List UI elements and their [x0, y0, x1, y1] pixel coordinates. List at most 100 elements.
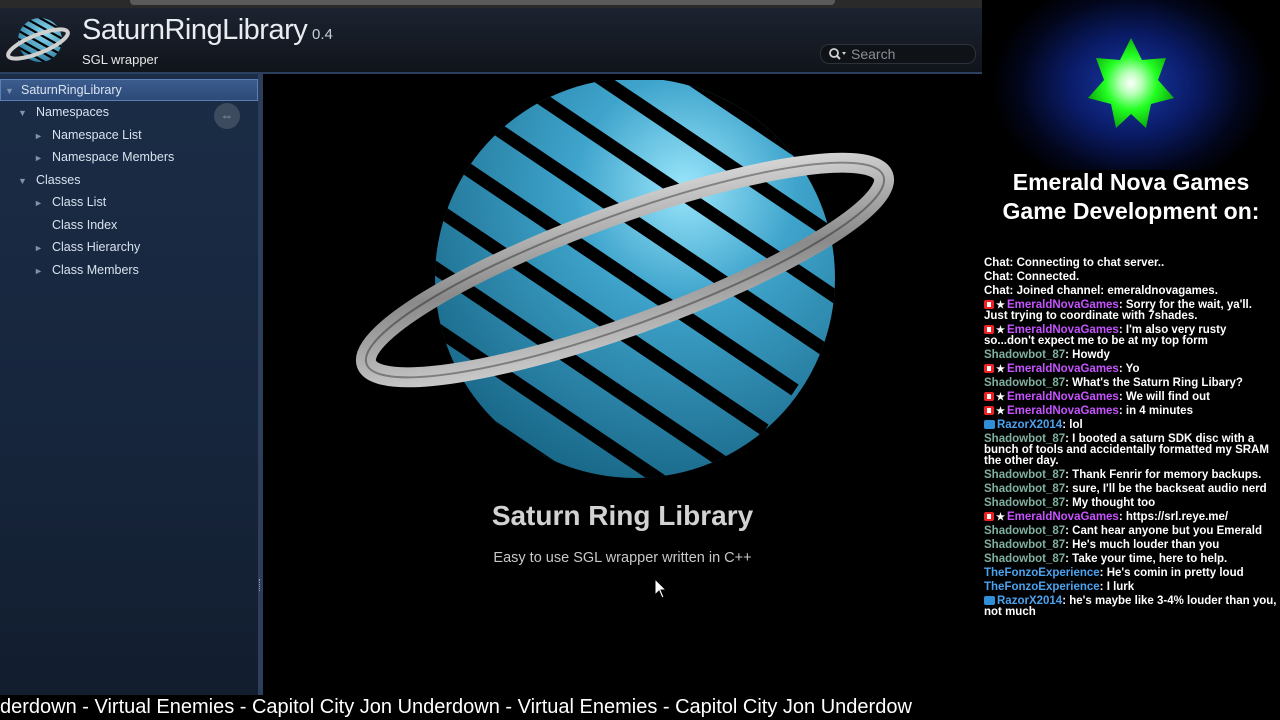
expand-arrow-icon[interactable]: ► — [34, 261, 48, 281]
nav-label: Classes — [36, 173, 81, 187]
window-top-bar — [0, 0, 982, 8]
chat-username[interactable]: EmeraldNovaGames — [1007, 405, 1119, 417]
chat-text: Chat: Joined channel: emeraldnovagames. — [984, 285, 1218, 297]
nav-label: Class Members — [52, 263, 139, 277]
chat-text: Chat: Connecting to chat server.. — [984, 257, 1165, 269]
chat-message: Shadowbot_87: I booted a saturn SDK disc… — [984, 433, 1278, 467]
collapse-arrow-icon[interactable]: ▼ — [1, 81, 19, 101]
chat-username[interactable]: Shadowbot_87 — [984, 349, 1065, 361]
star-badge-icon: ★ — [996, 512, 1005, 523]
broadcaster-badge-icon — [984, 512, 994, 521]
expand-arrow-icon[interactable]: ► — [34, 126, 48, 146]
chat-message: Shadowbot_87: sure, I'll be the backseat… — [984, 483, 1278, 495]
nav-item-class-members[interactable]: ► Class Members — [34, 260, 139, 280]
overlay-title-line2: Game Development on: — [1002, 198, 1260, 224]
stream-overlay: Emerald Nova Games Game Development on: … — [982, 0, 1280, 720]
overlay-title-line1: Emerald Nova Games — [1012, 169, 1250, 195]
chat-text: : What's the Saturn Ring Libary? — [1065, 377, 1243, 389]
mouse-cursor-icon — [654, 578, 668, 599]
search-box[interactable] — [820, 44, 976, 64]
chat-username[interactable]: EmeraldNovaGames — [1007, 363, 1119, 375]
expand-arrow-icon[interactable]: ► — [34, 193, 48, 213]
search-input[interactable] — [851, 45, 971, 63]
chat-username[interactable]: EmeraldNovaGames — [1007, 511, 1119, 523]
chat-text: : sure, I'll be the backseat audio nerd — [1065, 483, 1267, 495]
chat-message: RazorX2014: he's maybe like 3-4% louder … — [984, 595, 1278, 618]
scrollbar-strip[interactable] — [130, 0, 835, 5]
chat-username[interactable]: Shadowbot_87 — [984, 525, 1065, 537]
main-subtitle: Easy to use SGL wrapper written in C++ — [493, 550, 752, 566]
nav-item-class-hierarchy[interactable]: ► Class Hierarchy — [34, 237, 140, 257]
search-icon[interactable] — [827, 46, 847, 62]
chat-username[interactable]: Shadowbot_87 — [984, 553, 1065, 565]
chat-username[interactable]: Shadowbot_87 — [984, 377, 1065, 389]
expand-arrow-icon[interactable]: ► — [34, 238, 48, 258]
chat-message: Shadowbot_87: What's the Saturn Ring Lib… — [984, 377, 1278, 389]
nav-label: Namespaces — [36, 105, 109, 119]
chat-message: ★ EmeraldNovaGames: in 4 minutes — [984, 405, 1278, 417]
sidebar-resize-handle[interactable] — [258, 74, 263, 695]
resize-grip-icon[interactable] — [259, 579, 263, 591]
chat-text: : He's comin in pretty loud — [1099, 567, 1244, 579]
chat-text: Chat: Connected. — [984, 271, 1080, 283]
chat-username[interactable]: RazorX2014 — [997, 419, 1062, 431]
nav-label: Class Index — [52, 218, 118, 232]
chat-text: : in 4 minutes — [1118, 405, 1193, 417]
chat-username[interactable]: Shadowbot_87 — [984, 539, 1065, 551]
expand-arrow-icon[interactable]: ► — [34, 148, 48, 168]
chat-message: TheFonzoExperience: He's comin in pretty… — [984, 567, 1278, 579]
overlay-title: Emerald Nova Games Game Development on: — [982, 168, 1280, 226]
chat-message: RazorX2014: lol — [984, 419, 1278, 431]
star-badge-icon: ★ — [996, 364, 1005, 375]
main-title: Saturn Ring Library — [491, 500, 754, 531]
chat-text: : Cant hear anyone but you Emerald — [1065, 525, 1262, 537]
sub-badge-icon — [984, 596, 995, 605]
chat-text: : Howdy — [1065, 349, 1110, 361]
nav-item-class-list[interactable]: ► Class List — [34, 192, 106, 212]
chat-text: : https://srl.reye.me/ — [1118, 511, 1229, 523]
broadcaster-badge-icon — [984, 300, 994, 309]
chat-text: : He's much louder than you — [1065, 539, 1220, 551]
chat-text: : Thank Fenrir for memory backups. — [1065, 469, 1262, 481]
broadcaster-badge-icon — [984, 392, 994, 401]
chat-message: ★ EmeraldNovaGames: https://srl.reye.me/ — [984, 511, 1278, 523]
chat-username[interactable]: Shadowbot_87 — [984, 483, 1065, 495]
broadcaster-badge-icon — [984, 406, 994, 415]
nav-item-namespace-members[interactable]: ► Namespace Members — [34, 147, 174, 167]
collapse-arrow-icon[interactable]: ▼ — [18, 171, 32, 191]
chat-text: : We will find out — [1118, 391, 1210, 403]
sync-toggle-icon[interactable]: ⇔ — [214, 103, 240, 129]
emerald-star-icon — [1088, 38, 1174, 128]
sub-badge-icon — [984, 420, 995, 429]
nav-item-saturnringlibrary[interactable]: ▼ SaturnRingLibrary — [0, 79, 258, 101]
nav-label: Class List — [52, 195, 107, 209]
chat-message: Shadowbot_87: My thought too — [984, 497, 1278, 509]
nav-item-namespaces[interactable]: ▼ Namespaces — [18, 102, 109, 122]
chat-message: Chat: Joined channel: emeraldnovagames. — [984, 285, 1278, 297]
nav-label: SaturnRingLibrary — [21, 83, 122, 97]
chat-text: : Yo — [1118, 363, 1140, 375]
chat-text: : I lurk — [1099, 581, 1135, 593]
star-badge-icon: ★ — [996, 406, 1005, 417]
chat-message: Shadowbot_87: Howdy — [984, 349, 1278, 361]
chat-username[interactable]: TheFonzoExperience — [984, 581, 1100, 593]
nav-label: Class Hierarchy — [52, 240, 141, 254]
nav-item-class-index[interactable]: Class Index — [34, 215, 117, 235]
chat-message: Chat: Connecting to chat server.. — [984, 257, 1278, 269]
project-brief: SGL wrapper — [82, 52, 159, 67]
doc-header: SaturnRingLibrary 0.4 SGL wrapper — [0, 8, 982, 74]
chat-message: ★ EmeraldNovaGames: We will find out — [984, 391, 1278, 403]
nav-label: Namespace Members — [52, 150, 175, 164]
chat-text: : My thought too — [1065, 497, 1156, 509]
nav-item-classes[interactable]: ▼ Classes — [18, 170, 80, 190]
chat-text: : Take your time, here to help. — [1065, 553, 1228, 565]
now-playing-ticker: derdown - Virtual Enemies - Capitol City… — [0, 695, 982, 720]
chat-log: Chat: Connecting to chat server.. Chat: C… — [984, 257, 1278, 621]
chat-username[interactable]: TheFonzoExperience — [984, 567, 1100, 579]
nav-item-namespace-list[interactable]: ► Namespace List — [34, 125, 142, 145]
collapse-arrow-icon[interactable]: ▼ — [18, 103, 32, 123]
chat-username[interactable]: Shadowbot_87 — [984, 497, 1065, 509]
chat-username[interactable]: Shadowbot_87 — [984, 469, 1065, 481]
chat-username[interactable]: EmeraldNovaGames — [1007, 391, 1119, 403]
nav-label: Namespace List — [52, 128, 142, 142]
